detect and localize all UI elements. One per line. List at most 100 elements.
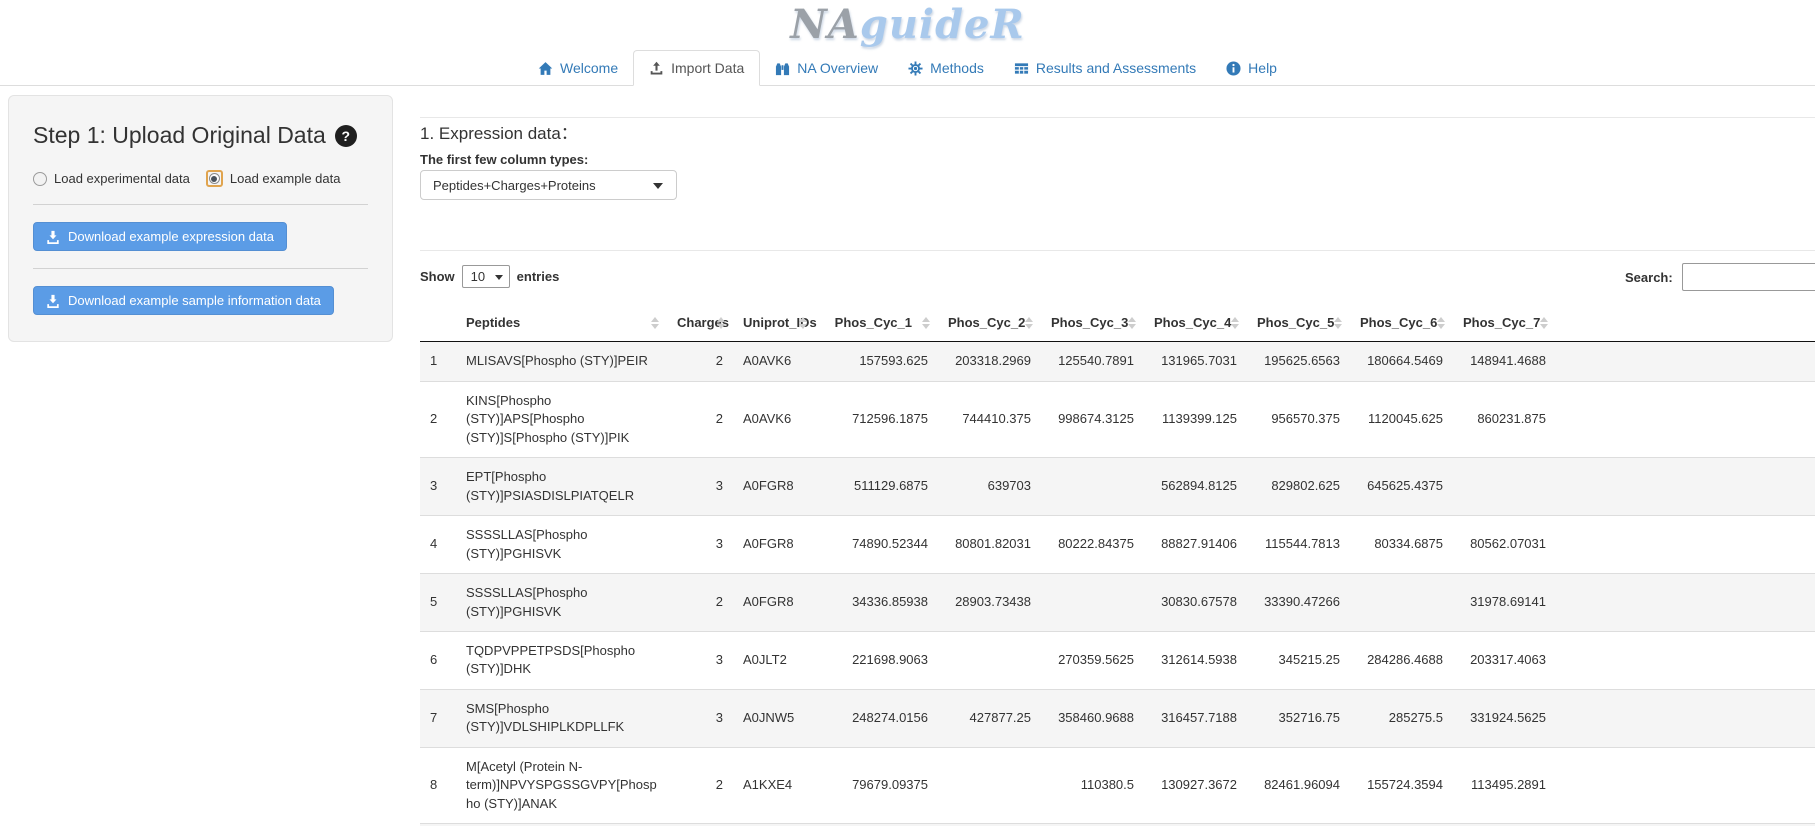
sort-icon bbox=[651, 317, 659, 329]
chevron-down-icon bbox=[653, 183, 663, 189]
column-types-select[interactable]: Peptides+Charges+Proteins bbox=[420, 170, 677, 200]
question-icon[interactable]: ? bbox=[335, 125, 357, 147]
column-header-peptides[interactable]: Peptides bbox=[456, 305, 667, 342]
spacer-cell bbox=[1556, 516, 1815, 574]
phos-value-cell: 331924.5625 bbox=[1453, 689, 1556, 747]
phos-value-cell: 79679.09375 bbox=[815, 747, 938, 823]
tab-import-data[interactable]: Import Data bbox=[633, 50, 760, 86]
phos-value-cell: 829802.625 bbox=[1247, 458, 1350, 516]
charges-cell: 2 bbox=[667, 342, 733, 381]
phos-value-cell: 80801.82031 bbox=[938, 516, 1041, 574]
phos-value-cell bbox=[938, 631, 1041, 689]
spacer-cell bbox=[1556, 689, 1815, 747]
app-logo: NAguideR bbox=[0, 0, 1815, 50]
phos-value-cell: 639703 bbox=[938, 458, 1041, 516]
sort-icon bbox=[1540, 317, 1548, 329]
phos-value-cell: 998674.3125 bbox=[1041, 381, 1144, 457]
radio-label: Load experimental data bbox=[54, 171, 190, 186]
column-header-phos-cyc-2[interactable]: Phos_Cyc_2 bbox=[938, 305, 1041, 342]
phos-value-cell: 270359.5625 bbox=[1041, 631, 1144, 689]
phos-value-cell: 956570.375 bbox=[1247, 381, 1350, 457]
column-header-uniprot-ids[interactable]: Uniprot_IDs bbox=[733, 305, 815, 342]
tab-label: Import Data bbox=[671, 60, 744, 76]
phos-value-cell: 195625.6563 bbox=[1247, 342, 1350, 381]
phos-value-cell: 352716.75 bbox=[1247, 689, 1350, 747]
logo-guider: guideR bbox=[860, 1, 1025, 48]
column-header-phos-cyc-7[interactable]: Phos_Cyc_7 bbox=[1453, 305, 1556, 342]
sort-icon bbox=[799, 317, 807, 329]
phos-value-cell: 345215.25 bbox=[1247, 631, 1350, 689]
search-input[interactable] bbox=[1682, 263, 1815, 291]
spacer-column-header bbox=[1556, 305, 1815, 342]
page-length-select[interactable]: 10 bbox=[462, 265, 510, 288]
column-header-phos-cyc-6[interactable]: Phos_Cyc_6 bbox=[1350, 305, 1453, 342]
column-types-label: The first few column types: bbox=[420, 152, 588, 167]
step-title-text: Step 1: Upload Original Data bbox=[33, 122, 326, 149]
phos-value-cell: 30830.67578 bbox=[1144, 574, 1247, 632]
uniprot-cell: A0FGR8 bbox=[733, 516, 815, 574]
tab-results-assessments[interactable]: Results and Assessments bbox=[999, 51, 1211, 85]
phos-value-cell: 80334.6875 bbox=[1350, 516, 1453, 574]
upload-panel: Step 1: Upload Original Data ? Load expe… bbox=[8, 95, 393, 342]
row-number-cell: 1 bbox=[420, 342, 456, 381]
peptide-cell: SSSSLLAS[Phospho (STY)]PGHISVK bbox=[456, 516, 667, 574]
tab-label: NA Overview bbox=[797, 60, 878, 76]
phos-value-cell: 131965.7031 bbox=[1144, 342, 1247, 381]
entries-label: entries bbox=[517, 269, 560, 284]
uniprot-cell: A0AVK6 bbox=[733, 342, 815, 381]
nav-tabs: Welcome Import Data NA Overview Methods … bbox=[0, 50, 1815, 85]
column-header-phos-cyc-3[interactable]: Phos_Cyc_3 bbox=[1041, 305, 1144, 342]
phos-value-cell bbox=[938, 747, 1041, 823]
page-length-control: Show 10 entries bbox=[420, 265, 559, 288]
phos-value-cell: 34336.85938 bbox=[815, 574, 938, 632]
phos-value-cell: 88827.91406 bbox=[1144, 516, 1247, 574]
tab-help[interactable]: Help bbox=[1211, 51, 1292, 85]
button-label: Download example sample information data bbox=[68, 293, 321, 308]
phos-value-cell: 31978.69141 bbox=[1453, 574, 1556, 632]
phos-value-cell: 115544.7813 bbox=[1247, 516, 1350, 574]
home-icon bbox=[538, 61, 553, 76]
radio-load-experimental[interactable]: Load experimental data bbox=[33, 171, 190, 186]
tab-na-overview[interactable]: NA Overview bbox=[760, 51, 893, 85]
sort-icon bbox=[1437, 317, 1445, 329]
tab-methods[interactable]: Methods bbox=[893, 51, 999, 85]
column-header-phos-cyc-4[interactable]: Phos_Cyc_4 bbox=[1144, 305, 1247, 342]
charges-cell: 3 bbox=[667, 631, 733, 689]
phos-value-cell: 113495.2891 bbox=[1453, 747, 1556, 823]
download-expression-button[interactable]: Download example expression data bbox=[33, 222, 287, 251]
row-number-cell: 5 bbox=[420, 574, 456, 632]
phos-value-cell: 157593.625 bbox=[815, 342, 938, 381]
expression-table-body: 1MLISAVS[Phospho (STY)]PEIR2A0AVK6157593… bbox=[420, 342, 1815, 826]
tab-label: Welcome bbox=[560, 60, 618, 76]
spacer-cell bbox=[1556, 631, 1815, 689]
divider bbox=[420, 117, 1815, 118]
sort-icon bbox=[1128, 317, 1136, 329]
phos-value-cell: 744410.375 bbox=[938, 381, 1041, 457]
column-header-phos-cyc-1[interactable]: Phos_Cyc_1 bbox=[815, 305, 938, 342]
sort-icon bbox=[922, 317, 930, 329]
radio-load-example[interactable]: Load example data bbox=[206, 170, 341, 187]
phos-value-cell: 148941.4688 bbox=[1453, 342, 1556, 381]
spacer-cell bbox=[1556, 342, 1815, 381]
tab-welcome[interactable]: Welcome bbox=[523, 51, 633, 85]
uniprot-cell: A1KXE4 bbox=[733, 747, 815, 823]
phos-value-cell: 203318.2969 bbox=[938, 342, 1041, 381]
phos-value-cell: 203317.4063 bbox=[1453, 631, 1556, 689]
phos-value-cell bbox=[1041, 574, 1144, 632]
phos-value-cell: 80222.84375 bbox=[1041, 516, 1144, 574]
phos-value-cell: 125540.7891 bbox=[1041, 342, 1144, 381]
chevron-down-icon bbox=[495, 275, 503, 280]
table-row: 8M[Acetyl (Protein N-term)]NPVYSPGSSGVPY… bbox=[420, 747, 1815, 823]
download-icon bbox=[46, 294, 60, 308]
radio-label: Load example data bbox=[230, 171, 341, 186]
phos-value-cell: 33390.47266 bbox=[1247, 574, 1350, 632]
phos-value-cell: 712596.1875 bbox=[815, 381, 938, 457]
peptide-cell: TQDPVPPETPSDS[Phospho (STY)]DHK bbox=[456, 631, 667, 689]
table-search-control: Search: bbox=[1625, 263, 1815, 291]
download-sample-info-button[interactable]: Download example sample information data bbox=[33, 286, 334, 315]
column-header-phos-cyc-5[interactable]: Phos_Cyc_5 bbox=[1247, 305, 1350, 342]
spacer-cell bbox=[1556, 458, 1815, 516]
phos-value-cell: 860231.875 bbox=[1453, 381, 1556, 457]
tab-label: Methods bbox=[930, 60, 984, 76]
column-header-charges[interactable]: Charges bbox=[667, 305, 733, 342]
